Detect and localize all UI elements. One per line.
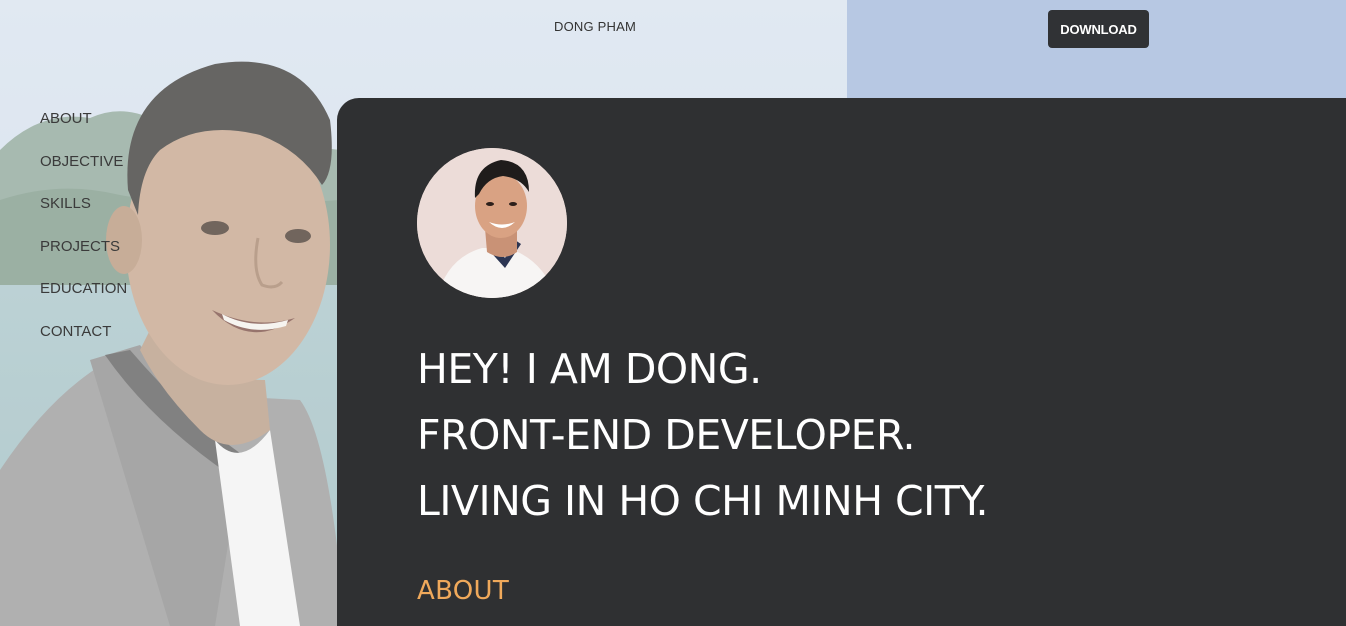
page: DONG PHAM DOWNLOAD ABOUT OBJECTIVE SKILL… [0,0,1346,626]
avatar [417,148,567,298]
side-nav: ABOUT OBJECTIVE SKILLS PROJECTS EDUCATIO… [40,108,127,364]
nav-item-skills[interactable]: SKILLS [40,193,127,236]
nav-item-education[interactable]: EDUCATION [40,278,127,321]
nav-item-projects[interactable]: PROJECTS [40,236,127,279]
nav-item-contact[interactable]: CONTACT [40,321,127,364]
download-button[interactable]: DOWNLOAD [1048,10,1149,48]
hero-headline: HEY! I AM DONG. FRONT-END DEVELOPER. LIV… [417,336,989,534]
hero-line-3: LIVING IN HO CHI MINH CITY. [417,477,989,525]
about-section-title: ABOUT [417,576,510,606]
site-brand[interactable]: DONG PHAM [554,19,636,34]
hero-line-2: FRONT-END DEVELOPER. [417,411,916,459]
nav-item-about[interactable]: ABOUT [40,108,127,151]
nav-item-objective[interactable]: OBJECTIVE [40,151,127,194]
hero-panel: HEY! I AM DONG. FRONT-END DEVELOPER. LIV… [337,98,1346,626]
hero-line-1: HEY! I AM DONG. [417,345,762,393]
